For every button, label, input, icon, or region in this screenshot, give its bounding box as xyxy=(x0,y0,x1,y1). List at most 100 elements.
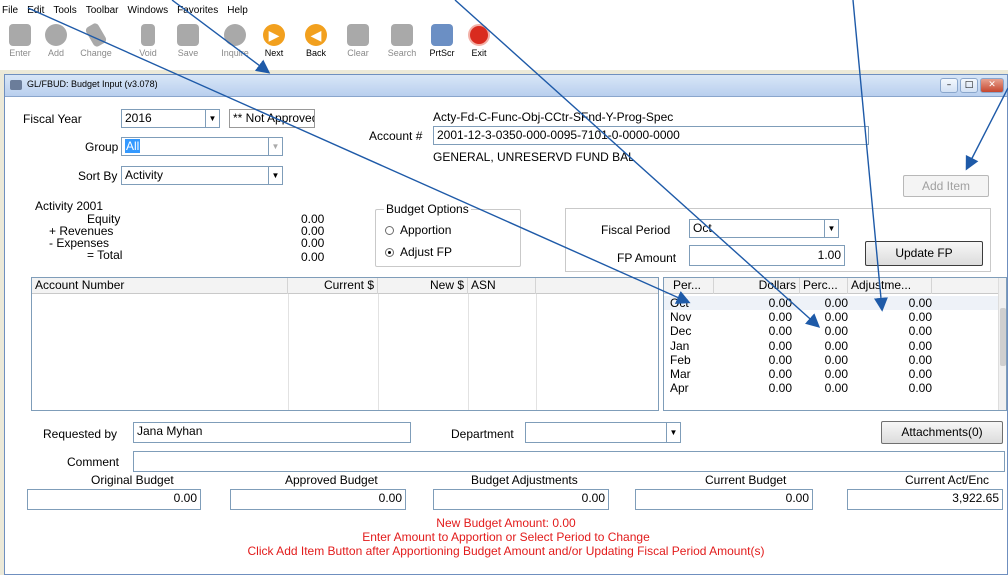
comment-input[interactable] xyxy=(133,451,1005,472)
inquire-button[interactable]: Inquire xyxy=(215,22,255,68)
void-icon xyxy=(141,24,155,46)
column-asn[interactable]: ASN xyxy=(468,278,536,294)
attachments-button[interactable]: Attachments(0) xyxy=(881,421,1003,444)
menu-tools[interactable]: Tools xyxy=(53,5,76,16)
clear-button[interactable]: Clear xyxy=(338,22,378,68)
menu-edit[interactable]: Edit xyxy=(27,5,44,16)
fp-amount-input[interactable]: 1.00 xyxy=(689,245,845,266)
column-current[interactable]: Current $ xyxy=(288,278,378,294)
minimize-button[interactable]: – xyxy=(940,78,958,93)
period-row[interactable]: Feb 0.00 0.00 0.00 xyxy=(664,353,998,367)
save-icon xyxy=(177,24,199,46)
next-icon: ▶ xyxy=(263,24,285,46)
clear-icon xyxy=(347,24,369,46)
current-budget-field: 0.00 xyxy=(635,489,813,510)
sort-by-select[interactable]: Activity ▼ xyxy=(121,166,283,185)
menu-toolbar[interactable]: Toolbar xyxy=(86,5,119,16)
budget-adjustments-label: Budget Adjustments xyxy=(471,473,578,487)
period-row[interactable]: Mar 0.00 0.00 0.00 xyxy=(664,367,998,381)
dollars-cell: 0.00 xyxy=(768,381,792,396)
budget-options-legend: Budget Options xyxy=(384,202,471,216)
column-new[interactable]: New $ xyxy=(378,278,468,294)
scrollbar-thumb[interactable] xyxy=(1000,308,1006,366)
chevron-down-icon: ▼ xyxy=(824,220,838,237)
maximize-button[interactable]: □ xyxy=(960,78,978,93)
change-label: Change xyxy=(80,48,112,58)
radio-apportion xyxy=(385,226,394,235)
approved-budget-value: 0.00 xyxy=(378,491,402,505)
period-cell: Dec xyxy=(670,324,692,339)
menu-bar: File Edit Tools Toolbar Windows Favorite… xyxy=(0,0,1008,20)
dollars-cell: 0.00 xyxy=(768,352,792,367)
column-adjustment[interactable]: Adjustme... xyxy=(848,278,932,294)
column-divider xyxy=(468,294,469,410)
department-select[interactable]: ▼ xyxy=(525,422,681,443)
column-percent[interactable]: Perc... xyxy=(800,278,848,294)
search-button[interactable]: Search xyxy=(382,22,422,68)
current-budget-label: Current Budget xyxy=(705,473,787,487)
period-cell: Oct xyxy=(670,296,689,310)
original-budget-label: Original Budget xyxy=(91,473,174,487)
fiscal-period-select[interactable]: Oct ▼ xyxy=(689,219,839,238)
menu-favorites[interactable]: Favorites xyxy=(177,5,218,16)
period-row[interactable]: Oct 0.00 0.00 0.00 xyxy=(664,296,998,310)
update-fp-label: Update FP xyxy=(895,246,953,260)
account-number-input[interactable]: 2001-12-3-0350-000-0095-7101-0-0000-0000 xyxy=(433,126,869,145)
sort-by-value: Activity xyxy=(125,168,164,182)
prtscr-button[interactable]: PrtScr xyxy=(422,22,462,68)
periods-scrollbar[interactable] xyxy=(998,278,1006,410)
enter-label: Enter xyxy=(9,48,31,58)
budget-input-window: GL/FBUD: Budget Input (v3.078) – □ ✕ Fis… xyxy=(4,74,1008,575)
add-button[interactable]: Add xyxy=(36,22,76,68)
close-button[interactable]: ✕ xyxy=(980,78,1004,93)
percent-cell: 0.00 xyxy=(824,338,848,353)
periods-table-body: Oct 0.00 0.00 0.00 Nov 0.00 0.00 0.00 Dec 0.00 0.0… xyxy=(664,296,998,410)
menu-windows[interactable]: Windows xyxy=(128,5,169,16)
add-icon xyxy=(45,24,67,46)
update-fp-button[interactable]: Update FP xyxy=(865,241,983,266)
void-button[interactable]: Void xyxy=(128,22,168,68)
group-select[interactable]: All ▼ xyxy=(121,137,283,156)
column-divider xyxy=(378,294,379,410)
group-label: Group xyxy=(85,140,119,154)
back-label: Back xyxy=(305,48,326,58)
total-value: 0.00 xyxy=(301,250,325,264)
change-icon xyxy=(84,21,108,49)
percent-cell: 0.00 xyxy=(824,324,848,339)
column-period[interactable]: Per... xyxy=(670,278,714,294)
fp-amount-value: 1.00 xyxy=(817,248,841,262)
percent-cell: 0.00 xyxy=(824,296,848,310)
fiscal-period-label: Fiscal Period xyxy=(601,223,671,237)
column-dollars[interactable]: Dollars xyxy=(714,278,800,294)
menu-file[interactable]: File xyxy=(2,5,18,16)
column-account-number[interactable]: Account Number xyxy=(32,278,288,294)
period-row[interactable]: Jan 0.00 0.00 0.00 xyxy=(664,339,998,353)
current-budget-value: 0.00 xyxy=(785,491,809,505)
requested-by-input[interactable]: Jana Myhan xyxy=(133,422,411,443)
period-cell: Apr xyxy=(670,381,689,396)
period-row[interactable]: Nov 0.00 0.00 0.00 xyxy=(664,310,998,324)
chevron-down-icon: ▼ xyxy=(268,167,282,184)
approval-status-text: ** Not Approved ** xyxy=(233,111,315,125)
search-icon xyxy=(391,24,413,46)
next-button[interactable]: ▶ Next xyxy=(254,22,294,68)
apportion-radio[interactable]: Apportion xyxy=(385,223,451,237)
adjust-fp-label: Adjust FP xyxy=(400,245,453,259)
search-label: Search xyxy=(387,48,417,58)
add-item-button[interactable]: Add Item xyxy=(903,175,989,197)
requested-by-value: Jana Myhan xyxy=(137,424,203,438)
menu-help[interactable]: Help xyxy=(227,5,248,16)
period-row[interactable]: Dec 0.00 0.00 0.00 xyxy=(664,324,998,338)
save-button[interactable]: Save xyxy=(168,22,208,68)
enter-icon xyxy=(9,24,31,46)
change-button[interactable]: Change xyxy=(76,21,116,68)
fiscal-year-select[interactable]: 2016 ▼ xyxy=(121,109,220,128)
adjust-fp-radio[interactable]: Adjust FP xyxy=(385,245,452,259)
percent-cell: 0.00 xyxy=(824,352,848,367)
exit-button[interactable]: Exit xyxy=(459,22,499,68)
period-row[interactable]: Apr 0.00 0.00 0.00 xyxy=(664,381,998,395)
enter-button[interactable]: Enter xyxy=(0,22,40,68)
period-cell: Feb xyxy=(670,352,691,367)
original-budget-value: 0.00 xyxy=(173,491,197,505)
back-button[interactable]: ◀ Back xyxy=(296,22,336,68)
